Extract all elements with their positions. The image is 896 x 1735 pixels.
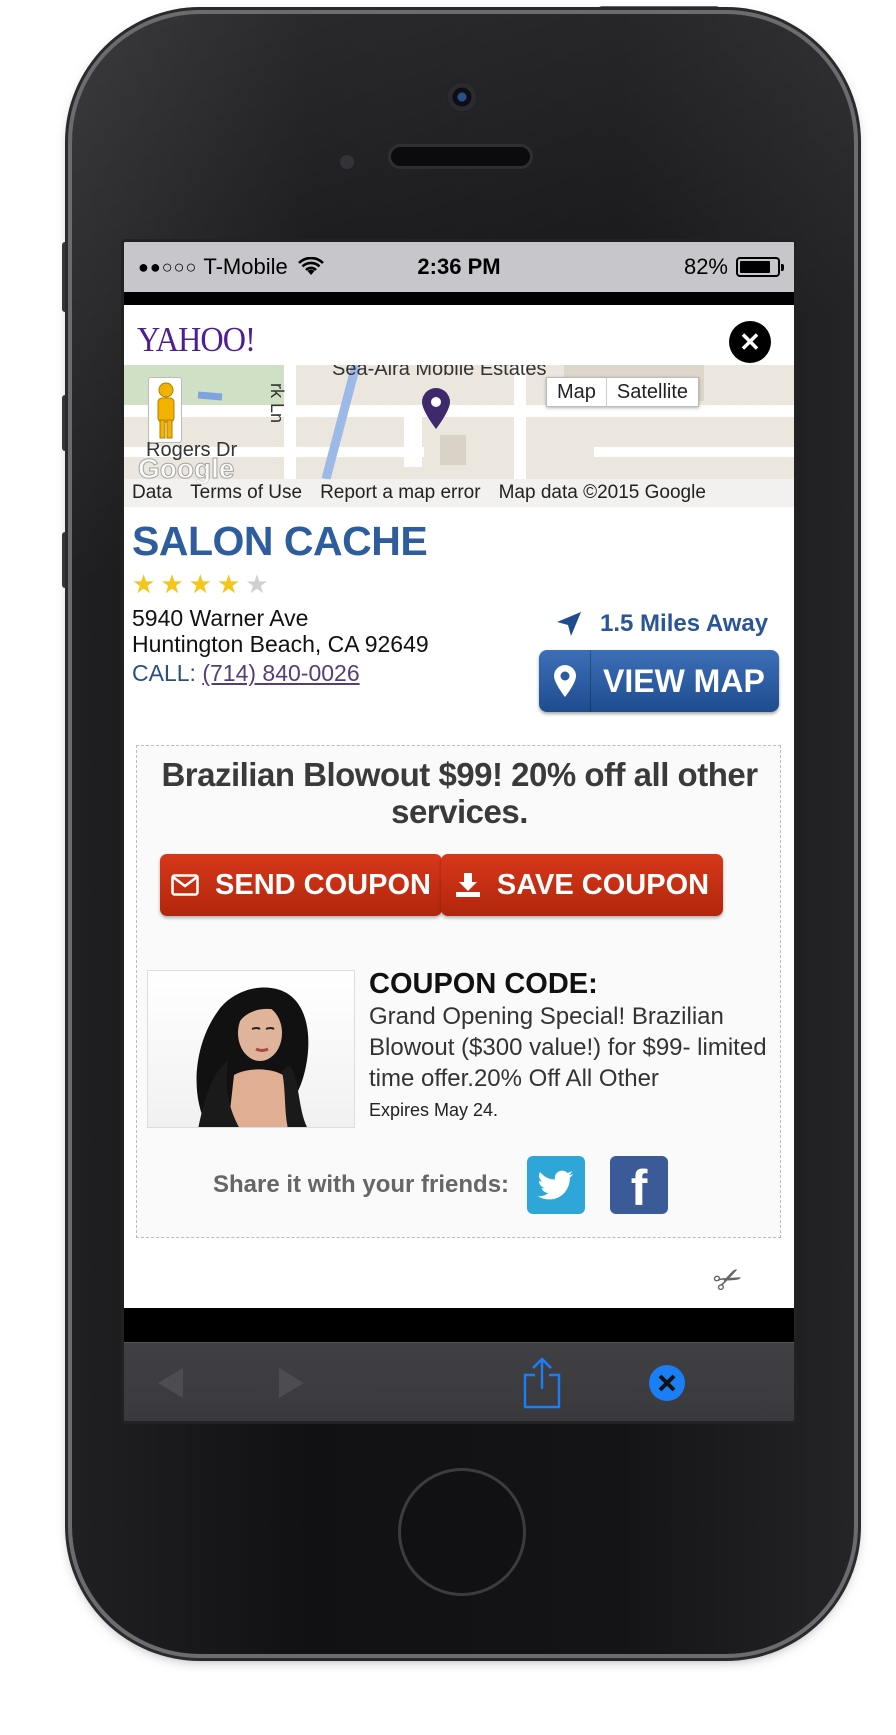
- status-bar: ●●○○○ T-Mobile 2:36 PM 82%: [124, 242, 794, 292]
- download-icon: [455, 873, 480, 897]
- business-address: 5940 Warner Ave Huntington Beach, CA 926…: [132, 605, 429, 657]
- map-footer: Data Terms of Use Report a map error Map…: [124, 479, 794, 507]
- coupon-headline: Brazilian Blowout $99! 20% off all other…: [161, 756, 758, 830]
- call-label: CALL:: [132, 660, 196, 686]
- map-footer-report[interactable]: Report a map error: [320, 482, 481, 504]
- share-button[interactable]: [520, 1343, 564, 1421]
- close-circle-icon: [649, 1364, 685, 1401]
- forward-button[interactable]: [272, 1343, 312, 1421]
- map-footer-data[interactable]: Data: [132, 482, 172, 504]
- close-x-icon: ✕: [739, 327, 761, 357]
- close-button[interactable]: ✕: [729, 321, 771, 363]
- star-filled-icon: ★: [188, 569, 212, 599]
- map-type-satellite[interactable]: Satellite: [605, 378, 698, 406]
- browser-toolbar: [124, 1342, 794, 1421]
- address-line-2: Huntington Beach, CA 92649: [132, 631, 429, 657]
- yahoo-logo[interactable]: YAHOO!: [137, 320, 256, 360]
- carrier-name: T-Mobile: [203, 254, 288, 279]
- distance-indicator: 1.5 Miles Away: [556, 610, 768, 638]
- phone-screen: ●●○○○ T-Mobile 2:36 PM 82% YAHOO! ✕ Sea-…: [121, 239, 797, 1424]
- pegman-icon: [157, 382, 175, 439]
- back-arrow-icon: [158, 1367, 183, 1398]
- earpiece-speaker: [388, 144, 533, 169]
- twitter-bird-icon: [538, 1170, 574, 1200]
- mute-switch[interactable]: [62, 242, 72, 312]
- star-rating: ★ ★ ★ ★ ★: [132, 571, 269, 597]
- save-coupon-label: SAVE COUPON: [496, 868, 710, 901]
- signal-strength: ●●○○○: [138, 256, 198, 277]
- call-line: CALL: (714) 840-0026: [132, 660, 360, 687]
- volume-down-button[interactable]: [62, 532, 72, 588]
- map-street-label-2: rk Ln: [267, 383, 287, 424]
- view-map-button[interactable]: VIEW MAP: [539, 650, 779, 712]
- coupon-expiration: Expires May 24.: [369, 1100, 499, 1120]
- map-view[interactable]: Sea-Aira Mobile Estates rk Ln Rogers Dr …: [124, 365, 794, 507]
- map-pin-icon: [539, 650, 591, 712]
- star-filled-icon: ★: [132, 569, 156, 599]
- street-view-pegman[interactable]: [148, 377, 182, 443]
- coupon-card: Brazilian Blowout $99! 20% off all other…: [136, 745, 781, 1238]
- distance-text: 1.5 Miles Away: [600, 610, 769, 637]
- battery-icon: [736, 257, 784, 277]
- save-coupon-button[interactable]: SAVE COUPON: [441, 854, 723, 916]
- star-empty-icon: ★: [245, 569, 269, 599]
- navigation-arrow-icon: [557, 612, 581, 636]
- star-filled-icon: ★: [216, 569, 241, 599]
- share-row: Share it with your friends: f: [213, 1156, 669, 1216]
- map-footer-terms[interactable]: Terms of Use: [190, 482, 302, 504]
- battery-percent: 82%: [683, 254, 728, 279]
- share-label: Share it with your friends:: [213, 1171, 510, 1198]
- forward-arrow-icon: [279, 1367, 304, 1398]
- coupon-photo: [147, 970, 355, 1128]
- send-coupon-label: SEND COUPON: [215, 868, 431, 901]
- close-browser-button[interactable]: [646, 1343, 688, 1421]
- share-icon: [523, 1356, 561, 1408]
- proximity-sensor: [340, 155, 354, 169]
- address-line-1: 5940 Warner Ave: [132, 605, 309, 631]
- envelope-icon: [171, 874, 199, 896]
- volume-up-button[interactable]: [62, 395, 72, 451]
- send-coupon-button[interactable]: SEND COUPON: [160, 854, 442, 916]
- wifi-icon: [297, 257, 324, 275]
- business-name: SALON CACHE: [132, 518, 428, 564]
- twitter-share-button[interactable]: [527, 1156, 586, 1214]
- coupon-description: Grand Opening Special! Brazilian Blowout…: [369, 1003, 767, 1092]
- map-footer-copyright: Map data ©2015 Google: [498, 482, 706, 503]
- facebook-f-icon: f: [630, 1160, 648, 1216]
- battery-level-fill: [740, 261, 770, 273]
- map-type-map[interactable]: Map: [547, 378, 606, 406]
- coupon-code-title: COUPON CODE:: [369, 968, 598, 1000]
- view-map-label: VIEW MAP: [603, 662, 765, 699]
- map-type-toggle: Map Satellite: [546, 377, 700, 407]
- web-content: YAHOO! ✕ Sea-Aira Mobile Estates rk Ln R…: [124, 305, 794, 1308]
- facebook-share-button[interactable]: f: [610, 1156, 669, 1216]
- scissors-icon: ✂: [707, 1256, 750, 1304]
- star-filled-icon: ★: [160, 569, 184, 599]
- phone-link[interactable]: (714) 840-0026: [202, 660, 359, 686]
- back-button[interactable]: [150, 1343, 190, 1421]
- map-place-label: Sea-Aira Mobile Estates: [332, 365, 547, 380]
- home-button[interactable]: [398, 1468, 526, 1596]
- front-camera: [447, 82, 477, 112]
